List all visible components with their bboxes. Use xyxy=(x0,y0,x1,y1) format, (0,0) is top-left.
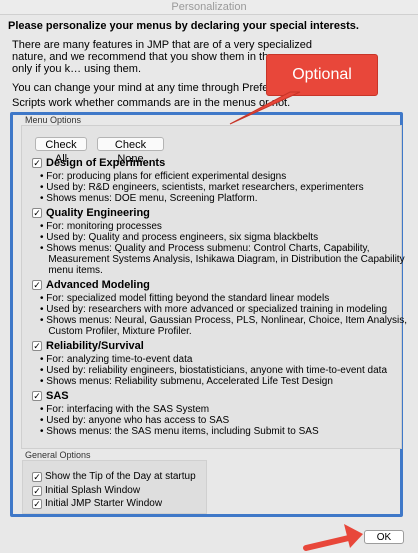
callout-pointer xyxy=(229,91,301,125)
ok-arrow-shaft xyxy=(303,534,356,551)
annotation-arrows xyxy=(229,91,363,551)
